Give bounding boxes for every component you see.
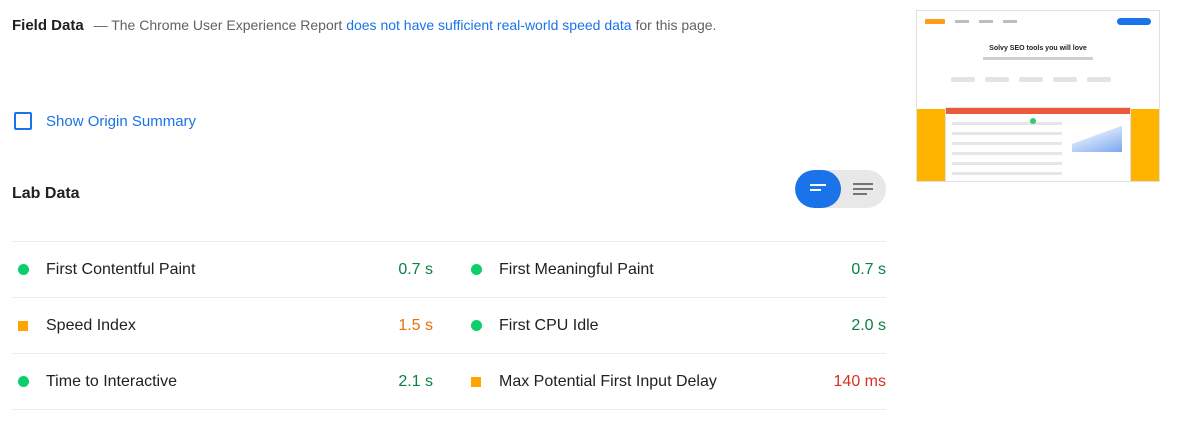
metric-value: 2.0 s [851,316,886,334]
metric-row: Time to Interactive 2.1 s Max Potential … [12,354,886,410]
lab-metrics-table: First Contentful Paint 0.7 s First Meani… [12,241,886,410]
page-screenshot-thumbnail: Solvy SEO tools you will love [916,10,1160,182]
metric-value: 1.5 s [398,316,433,334]
summary-view-button[interactable] [795,170,841,208]
expanded-view-button[interactable] [841,170,887,208]
view-toggle[interactable] [795,170,886,208]
metric-row: Speed Index 1.5 s First CPU Idle 2.0 s [12,298,886,354]
show-origin-summary[interactable]: Show Origin Summary [14,112,196,130]
summary-view-icon [809,184,826,191]
origin-summary-checkbox[interactable] [14,112,32,130]
metric-name: Max Potential First Input Delay [499,372,717,390]
metric-name: Speed Index [46,316,136,334]
thumbnail-dashboard-panel [945,107,1131,181]
thumbnail-hero: Solvy SEO tools you will love [917,45,1159,60]
metric-max-potential-fid: Max Potential First Input Delay 140 ms [449,354,886,409]
pass-indicator-icon [18,376,29,387]
metric-name: First Contentful Paint [46,260,196,278]
metric-value: 140 ms [833,372,886,390]
lab-data-title: Lab Data [12,185,80,202]
list-view-icon [853,183,874,195]
thumbnail-tabs [951,77,1111,82]
field-data-prefix: — The Chrome User Experience Report [93,17,343,33]
pass-indicator-icon [471,320,482,331]
metric-value: 2.1 s [398,372,433,390]
metric-value: 0.7 s [398,260,433,278]
pass-indicator-icon [18,264,29,275]
field-data-message: Field Data — The Chrome User Experience … [12,14,812,37]
metric-value: 0.7 s [851,260,886,278]
metric-speed-index: Speed Index 1.5 s [12,298,449,353]
pass-indicator-icon [471,264,482,275]
average-indicator-icon [18,320,28,331]
metric-name: First CPU Idle [499,316,599,334]
metric-first-meaningful-paint: First Meaningful Paint 0.7 s [449,242,886,297]
thumbnail-chart [1072,126,1122,152]
origin-summary-label[interactable]: Show Origin Summary [46,113,196,130]
field-data-label: Field Data [12,17,84,34]
thumbnail-headline: Solvy SEO tools you will love [989,45,1087,52]
metric-time-to-interactive: Time to Interactive 2.1 s [12,354,449,409]
metric-first-cpu-idle: First CPU Idle 2.0 s [449,298,886,353]
thumbnail-logo [925,18,945,24]
thumbnail-cta [1117,17,1151,25]
metric-name: First Meaningful Paint [499,260,654,278]
field-data-suffix: for this page. [635,17,717,33]
metric-first-contentful-paint: First Contentful Paint 0.7 s [12,242,449,297]
metric-row: First Contentful Paint 0.7 s First Meani… [12,242,886,298]
average-indicator-icon [471,376,481,387]
metric-name: Time to Interactive [46,372,178,390]
crux-link[interactable]: does not have sufficient real-world spee… [346,17,631,33]
thumbnail-navbar [917,11,1159,31]
